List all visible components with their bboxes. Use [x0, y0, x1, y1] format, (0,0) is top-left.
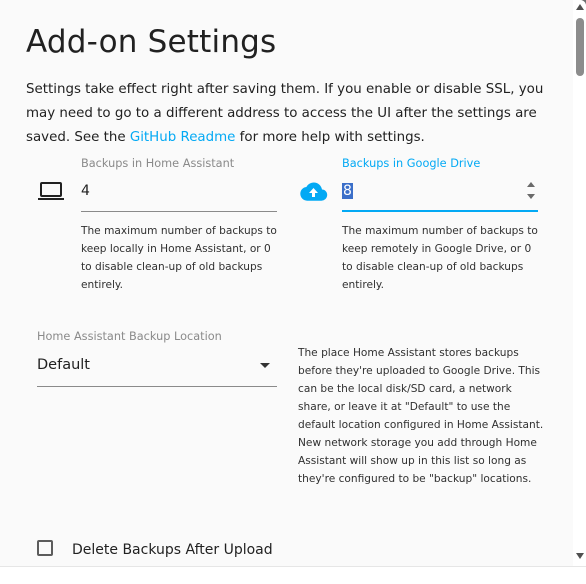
local-backups-underline: [81, 211, 277, 212]
drive-backups-label: Backups in Google Drive: [342, 157, 481, 170]
scroll-up-icon[interactable]: [576, 4, 584, 10]
intro-text: Settings take effect right after saving …: [26, 78, 566, 150]
dialog-content: Add-on Settings Settings take effect rig…: [0, 0, 573, 566]
number-spinner[interactable]: [525, 180, 537, 202]
drive-backups-help: The maximum number of backups to keep re…: [342, 225, 538, 291]
delete-after-upload-label: Delete Backups After Upload: [72, 542, 273, 558]
backup-location-select[interactable]: Default: [37, 357, 275, 381]
local-backups-help: The maximum number of backups to keep lo…: [81, 225, 277, 291]
backup-location-underline: [37, 386, 277, 387]
drive-backups-underline: [342, 210, 538, 212]
vertical-scrollbar[interactable]: [573, 0, 586, 566]
scroll-down-icon[interactable]: [576, 553, 584, 559]
dialog-title: Add-on Settings: [26, 24, 277, 60]
backup-location-label: Home Assistant Backup Location: [37, 330, 222, 343]
scroll-thumb[interactable]: [576, 18, 584, 76]
backup-location-help: The place Home Assistant stores backups …: [298, 347, 544, 485]
drive-backups-input[interactable]: 8: [342, 183, 512, 207]
local-backups-input[interactable]: 4: [81, 183, 277, 207]
dialog-footer: [0, 566, 586, 584]
delete-after-upload-checkbox[interactable]: [37, 540, 53, 556]
drive-backups-value: 8: [342, 183, 353, 199]
local-backups-label: Backups in Home Assistant: [81, 157, 235, 170]
cloud-upload-icon: [300, 182, 328, 201]
laptop-icon: [38, 182, 64, 200]
github-readme-link[interactable]: GitHub Readme: [130, 130, 236, 145]
chevron-down-icon[interactable]: [260, 363, 270, 368]
settings-dialog: Add-on Settings Settings take effect rig…: [0, 0, 586, 584]
intro-suffix-text: for more help with settings.: [235, 130, 425, 145]
